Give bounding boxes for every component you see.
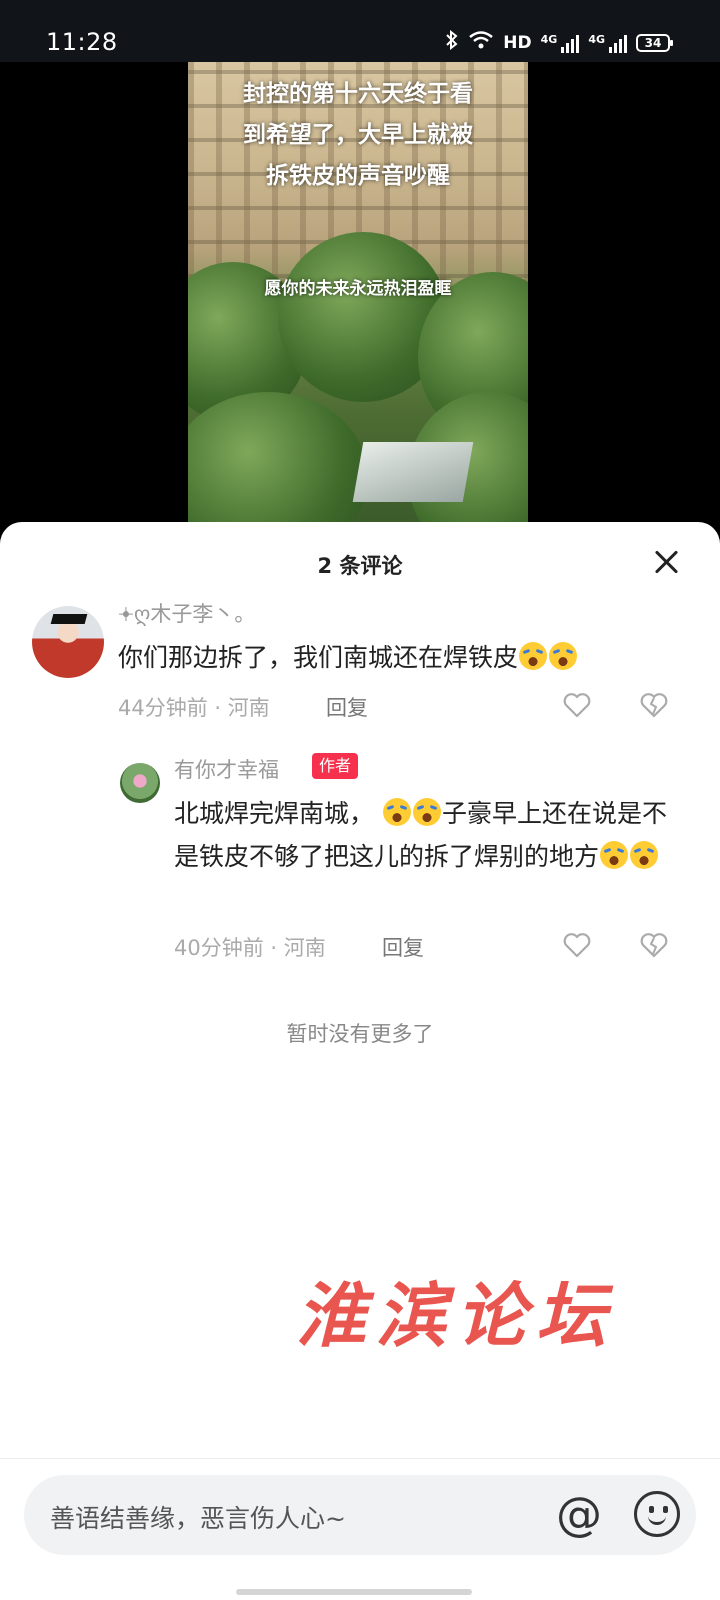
status-icons: HD 4G 4G 34 bbox=[445, 29, 673, 55]
watermark: 淮滨论坛 bbox=[296, 1274, 616, 1357]
heart-icon[interactable] bbox=[563, 932, 591, 958]
video-caption: 封控的第十六天终于看 到希望了，大早上就被 拆铁皮的声音吵醒 bbox=[243, 81, 473, 189]
laugh-cry-emoji-icon bbox=[519, 642, 548, 670]
home-indicator[interactable] bbox=[236, 1589, 472, 1595]
heart-icon[interactable] bbox=[563, 692, 591, 718]
laugh-cry-emoji-icon bbox=[600, 841, 629, 869]
comment-meta: 40分钟前 · 河南 bbox=[174, 936, 326, 960]
signal-icon-1: 4G bbox=[541, 33, 580, 53]
comment-text: 你们那边拆了，我们南城还在焊铁皮 bbox=[118, 636, 578, 679]
tree-image bbox=[188, 392, 368, 532]
dislike-heart-icon[interactable] bbox=[640, 932, 668, 958]
comments-sheet: 2 条评论 𖥔ღ木子李丶。 你们那边拆了，我们南城还在焊铁皮 44分钟前 · 河… bbox=[0, 522, 720, 1600]
laugh-cry-emoji-icon bbox=[412, 798, 441, 826]
laugh-cry-emoji-icon bbox=[630, 841, 659, 869]
roof-image bbox=[352, 442, 474, 502]
signal-icon-2: 4G bbox=[588, 33, 627, 53]
wifi-icon bbox=[468, 30, 494, 55]
comment-text: 北城焊完焊南城， 子豪早上还在说是不是铁皮不够了把这儿的拆了焊别的地方 bbox=[174, 798, 667, 871]
hd-label: HD bbox=[503, 32, 532, 53]
avatar[interactable] bbox=[120, 763, 160, 803]
laugh-cry-emoji-icon bbox=[549, 642, 578, 670]
battery-icon: 34 bbox=[636, 33, 673, 52]
dislike-heart-icon[interactable] bbox=[640, 692, 668, 718]
at-mention-icon[interactable]: @ bbox=[556, 1489, 602, 1539]
status-time: 11:28 bbox=[46, 28, 118, 56]
comment-input-bar: 善语结善缘，恶言伤人心~ @ bbox=[0, 1458, 720, 1600]
comment-input[interactable]: 善语结善缘，恶言伤人心~ @ bbox=[24, 1475, 696, 1555]
reply-button[interactable]: 回复 bbox=[326, 692, 368, 722]
avatar[interactable] bbox=[32, 606, 104, 678]
status-bar: 11:28 HD 4G 4G 34 bbox=[0, 0, 720, 62]
author-badge: 作者 bbox=[312, 753, 359, 779]
video-player[interactable]: 封控的第十六天终于看 到希望了，大早上就被 拆铁皮的声音吵醒 愿你的未来永远热泪… bbox=[0, 62, 720, 532]
reply-button[interactable]: 回复 bbox=[382, 932, 424, 962]
laugh-cry-emoji-icon bbox=[382, 798, 411, 826]
input-placeholder: 善语结善缘，恶言伤人心~ bbox=[50, 1504, 346, 1533]
sheet-title: 2 条评论 bbox=[317, 554, 403, 578]
emoji-icon[interactable] bbox=[634, 1491, 680, 1537]
video-subcaption: 愿你的未来永远热泪盈眶 bbox=[264, 279, 452, 299]
no-more-text: 暂时没有更多了 bbox=[286, 1022, 434, 1046]
comment-username[interactable]: 有你才幸福 bbox=[174, 754, 279, 784]
bluetooth-icon bbox=[445, 29, 459, 55]
video-frame[interactable]: 封控的第十六天终于看 到希望了，大早上就被 拆铁皮的声音吵醒 愿你的未来永远热泪… bbox=[188, 62, 528, 532]
comment-username[interactable]: 𖥔ღ木子李丶。 bbox=[118, 598, 255, 628]
close-icon[interactable] bbox=[652, 548, 680, 576]
comment-meta: 44分钟前 · 河南 bbox=[118, 696, 270, 720]
